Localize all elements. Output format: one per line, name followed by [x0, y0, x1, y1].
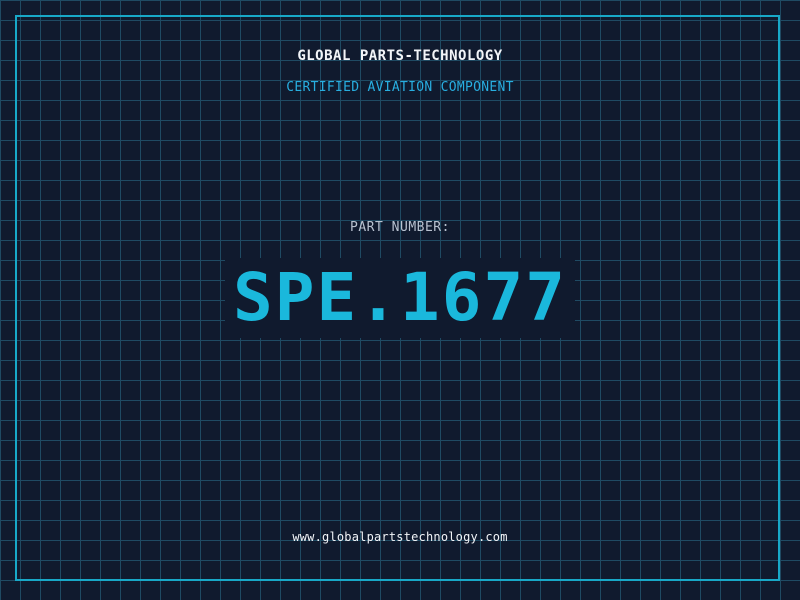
- part-number-value: SPE.1677: [225, 258, 575, 338]
- company-name: GLOBAL PARTS-TECHNOLOGY: [297, 48, 503, 64]
- part-number-container: SPE.1677: [0, 258, 800, 338]
- part-number-label: PART NUMBER:: [350, 220, 450, 235]
- website-url: www.globalpartstechnology.com: [292, 530, 508, 544]
- certification-subtitle: CERTIFIED AVIATION COMPONENT: [286, 80, 514, 95]
